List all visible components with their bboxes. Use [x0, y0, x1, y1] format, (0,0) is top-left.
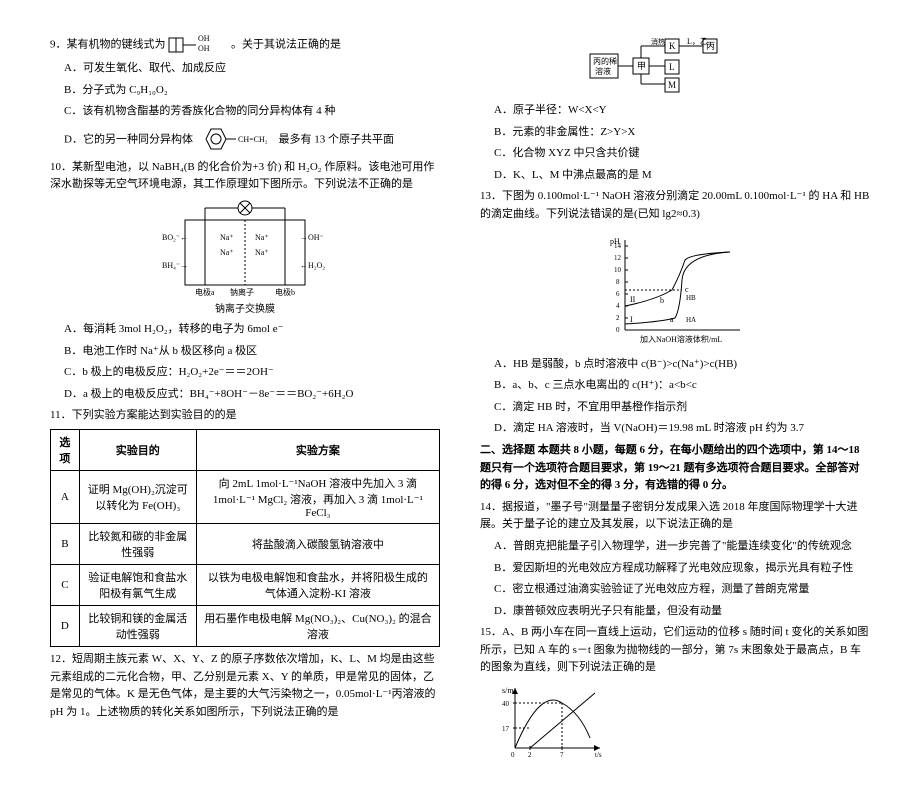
q12-opt-b: B．元素的非金属性：Z>Y>X [480, 124, 870, 142]
svg-text:丙的稀: 丙的稀 [593, 56, 617, 66]
q14-opt-b: B．爱因斯坦的光电效应方程成功解释了光电效应现象，揭示光具有粒子性 [480, 560, 870, 578]
svg-text:a: a [670, 315, 674, 324]
svg-text:丙: 丙 [706, 41, 715, 51]
svg-text:4: 4 [616, 302, 620, 310]
svg-text:14: 14 [614, 242, 622, 250]
svg-text:钠离子: 钠离子 [230, 287, 254, 297]
svg-text:0: 0 [511, 751, 515, 759]
svg-text:Na⁺: Na⁺ [255, 233, 269, 242]
svg-text:←H₂O₂: ←H₂O₂ [300, 261, 325, 270]
q9-opt-a: A．可发生氧化、取代、加成反应 [50, 60, 440, 78]
svg-text:HA: HA [686, 316, 696, 324]
q12-figure: 丙的稀 溶液 甲 消热 K L，乙 丙 L M [480, 36, 870, 96]
svg-text:12: 12 [614, 254, 622, 262]
q14-opt-d: D．康普顿效应表明光子只有能量，但没有动量 [480, 603, 870, 621]
q13-opt-d: D．滴定 HA 溶液时，当 V(NaOH)＝19.98 mL 时溶液 pH 约为… [480, 420, 870, 438]
q15-figure: s/m 40 17 0 2 7 t/s [480, 683, 870, 763]
table-row: B 比较氮和碳的非金属性强弱 将盐酸滴入碳酸氢钠溶液中 [51, 523, 440, 564]
q10: 10．某新型电池，以 NaBH₄(B 的化合价为+3 价) 和 H₂O₂ 作原料… [50, 159, 440, 194]
svg-text:OH: OH [198, 44, 210, 53]
q9-intro-1: 9．某有机物的键线式为 [50, 39, 166, 51]
q14-opt-a: A．普朗克把能量子引入物理学，进一步完善了"能量连续变化"的传统观念 [480, 538, 870, 556]
q13-figure: pH 14 12 10 8 6 4 2 0 [480, 230, 870, 350]
q9-intro: 9．某有机物的键线式为 OH OH 。关于其说法正确的是 [50, 34, 440, 56]
svg-text:8: 8 [616, 278, 620, 286]
svg-text:II: II [630, 295, 636, 304]
q13: 13．下图为 0.100mol·L⁻¹ NaOH 溶液分别滴定 20.00mL … [480, 188, 870, 223]
svg-text:电极b: 电极b [275, 287, 295, 297]
svg-text:BH₄⁻→: BH₄⁻→ [162, 261, 188, 270]
svg-text:电极a: 电极a [195, 287, 215, 297]
svg-text:2: 2 [616, 314, 620, 322]
svg-text:Na⁺: Na⁺ [220, 233, 234, 242]
svg-text:OH: OH [198, 34, 210, 43]
q13-opt-b: B．a、b、c 三点水电离出的 c(H⁺)：a<b<c [480, 377, 870, 395]
left-column: 9．某有机物的键线式为 OH OH 。关于其说法正确的是 A．可发生氧化、取代、… [50, 30, 440, 769]
th-goal: 实验目的 [79, 429, 196, 470]
th-option: 选项 [51, 429, 80, 470]
svg-text:消热: 消热 [651, 37, 665, 46]
q13-opt-a: A．HB 是弱酸，b 点时溶液中 c(B⁻)>c(Na⁺)>c(HB) [480, 356, 870, 374]
svg-text:HB: HB [686, 294, 696, 302]
svg-text:40: 40 [502, 700, 510, 708]
q10-opt-b: B．电池工作时 Na⁺从 b 极区移向 a 极区 [50, 343, 440, 361]
q12-opt-d: D．K、L、M 中沸点最高的是 M [480, 167, 870, 185]
svg-text:7: 7 [560, 751, 564, 759]
svg-text:溶液: 溶液 [595, 66, 611, 76]
svg-text:b: b [660, 296, 664, 305]
q13-opt-c: C．滴定 HB 时，不宜用甲基橙作指示剂 [480, 399, 870, 417]
benzene-icon: CH=CH₂ [196, 125, 276, 155]
section-2-heading: 二、选择题 本题共 8 小题，每题 6 分，在每小题给出的四个选项中，第 14～… [480, 442, 870, 495]
svg-text:Na⁺: Na⁺ [220, 248, 234, 257]
q9-intro-2: 。关于其说法正确的是 [231, 39, 341, 51]
q10-opt-c: C．b 极上的电极反应：H₂O₂+2e⁻＝＝2OH⁻ [50, 364, 440, 382]
svg-text:s/m: s/m [502, 686, 514, 695]
table-row: C 验证电解饱和食盐水阳极有氯气生成 以铁为电极电解饱和食盐水，并将阳极生成的气… [51, 564, 440, 605]
q10-opt-a: A．每消耗 3mol H₂O₂，转移的电子为 6mol e⁻ [50, 321, 440, 339]
svg-text:Na⁺: Na⁺ [255, 248, 269, 257]
svg-text:K: K [669, 41, 676, 51]
table-row: D 比较铜和镁的金属活动性强弱 用石墨作电极电解 Mg(NO₃)₂、Cu(NO₃… [51, 605, 440, 646]
svg-text:0: 0 [616, 326, 620, 334]
q14-opt-c: C．密立根通过油滴实验验证了光电效应方程，测量了普朗克常量 [480, 581, 870, 599]
q14: 14．据报道，"墨子号"测量量子密钥分发成果入选 2018 年度国际物理学十大进… [480, 499, 870, 534]
svg-text:→OH⁻: →OH⁻ [300, 233, 324, 242]
th-plan: 实验方案 [196, 429, 439, 470]
q10-membrane-label: 钠离子交换膜 [50, 300, 440, 315]
q9-opt-c: C．该有机物含酯基的芳香族化合物的同分异构体有 4 种 [50, 103, 440, 121]
svg-text:甲: 甲 [637, 61, 646, 71]
svg-text:加入NaOH溶液体积/mL: 加入NaOH溶液体积/mL [640, 334, 722, 344]
q12-opt-c: C．化合物 XYZ 中只含共价键 [480, 145, 870, 163]
svg-text:10: 10 [614, 266, 622, 274]
svg-text:2: 2 [528, 751, 532, 759]
svg-text:17: 17 [502, 725, 510, 733]
svg-text:t/s: t/s [595, 751, 602, 759]
right-column: 丙的稀 溶液 甲 消热 K L，乙 丙 L M [480, 30, 870, 769]
q11: 11．下列实验方案能达到实验目的的是 [50, 407, 440, 425]
q9-opt-b: B．分子式为 C₉H₁₀O₂ [50, 82, 440, 100]
bond-line-icon: OH OH [168, 34, 228, 56]
q12: 12．短周期主族元素 W、X、Y、Z 的原子序数依次增加，K、L、M 均是由这些… [50, 651, 440, 721]
table-row: A 证明 Mg(OH)₂沉淀可以转化为 Fe(OH)₃ 向 2mL 1mol·L… [51, 470, 440, 523]
q12-opt-a: A．原子半径：W<X<Y [480, 102, 870, 120]
svg-text:M: M [668, 80, 676, 90]
svg-text:6: 6 [616, 290, 620, 298]
svg-text:L，乙: L，乙 [687, 37, 708, 46]
svg-text:CH=CH₂: CH=CH₂ [238, 135, 268, 144]
svg-text:BO₂⁻←: BO₂⁻← [162, 233, 188, 242]
q10-figure: BO₂⁻← BH₄⁻→ Na⁺ Na⁺ Na⁺ Na⁺ →OH⁻ ←H₂O₂ 电… [50, 200, 440, 315]
svg-text:I: I [630, 315, 633, 324]
q11-table: 选项 实验目的 实验方案 A 证明 Mg(OH)₂沉淀可以转化为 Fe(OH)₃… [50, 429, 440, 647]
svg-text:L: L [669, 62, 675, 72]
q10-opt-d: D．a 极上的电极反应式：BH₄⁻+8OH⁻－8e⁻＝＝BO₂⁻+6H₂O [50, 386, 440, 404]
q9-opt-d: D．它的另一种同分异构体 CH=CH₂ 最多有 13 个原子共平面 [50, 125, 440, 155]
svg-text:c: c [685, 285, 689, 294]
